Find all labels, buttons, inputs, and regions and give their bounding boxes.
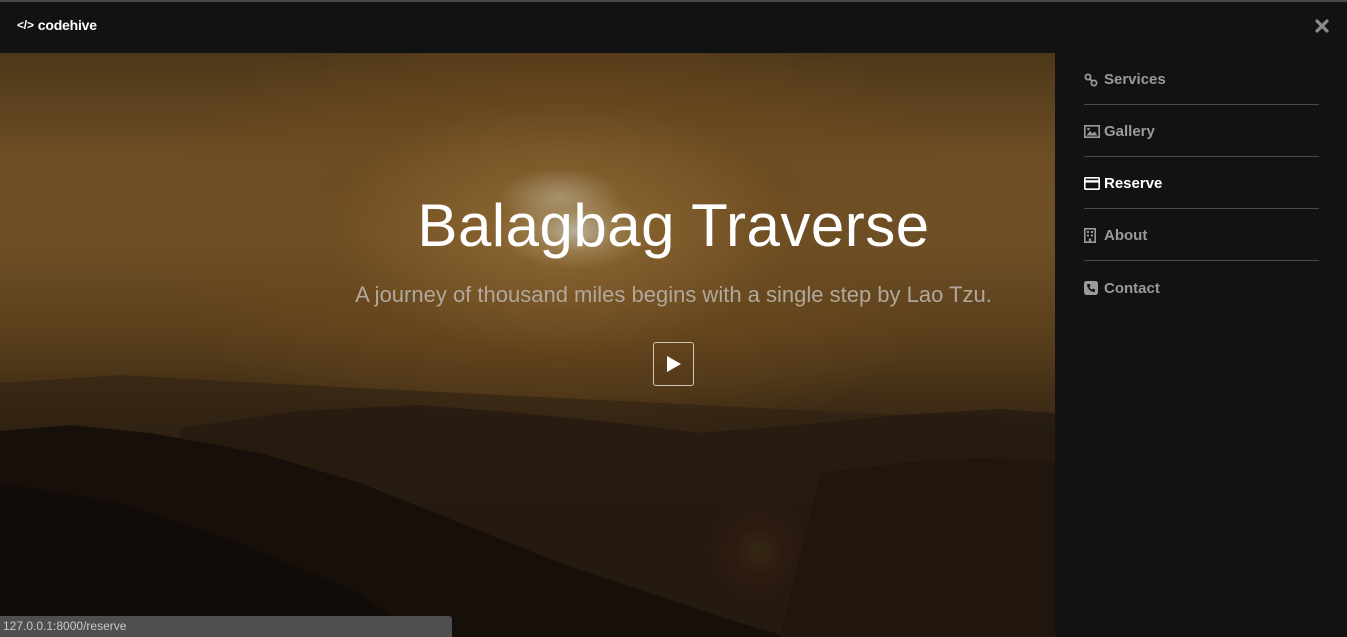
brand-label: codehive <box>37 17 97 33</box>
status-url: 127.0.0.1:8000/reserve <box>3 619 127 633</box>
phone-icon <box>1084 281 1101 295</box>
sidebar-item-reserve[interactable]: Reserve <box>1084 157 1319 209</box>
brand-logo[interactable]: </> codehive <box>17 17 97 33</box>
sidebar-item-contact[interactable]: Contact <box>1084 261 1319 313</box>
sidebar-item-about[interactable]: About <box>1084 209 1319 261</box>
building-icon <box>1084 228 1101 243</box>
hero-overlay <box>0 53 1055 637</box>
code-icon: </> <box>17 18 34 32</box>
sidebar-item-gallery[interactable]: Gallery <box>1084 105 1319 157</box>
sidebar-item-label: Contact <box>1104 279 1160 297</box>
sidebar-item-label: Services <box>1104 71 1166 88</box>
menu-list: Services Gallery Reserve About Contact <box>1084 53 1319 313</box>
play-icon <box>666 356 681 372</box>
sidebar-menu: Services Gallery Reserve About Contact <box>1055 53 1347 637</box>
browser-status-bar: 127.0.0.1:8000/reserve <box>0 616 452 637</box>
close-icon[interactable] <box>1313 18 1331 36</box>
hero-section <box>0 53 1055 637</box>
sidebar-item-label: Reserve <box>1104 175 1163 192</box>
link-icon <box>1084 73 1101 87</box>
sidebar-item-label: Gallery <box>1104 123 1155 140</box>
header: </> codehive <box>0 2 1347 53</box>
sidebar-item-services[interactable]: Services <box>1084 53 1319 105</box>
play-button[interactable] <box>653 342 694 386</box>
image-icon <box>1084 125 1101 139</box>
sidebar-item-label: About <box>1104 227 1148 244</box>
credit-card-icon <box>1084 177 1101 191</box>
